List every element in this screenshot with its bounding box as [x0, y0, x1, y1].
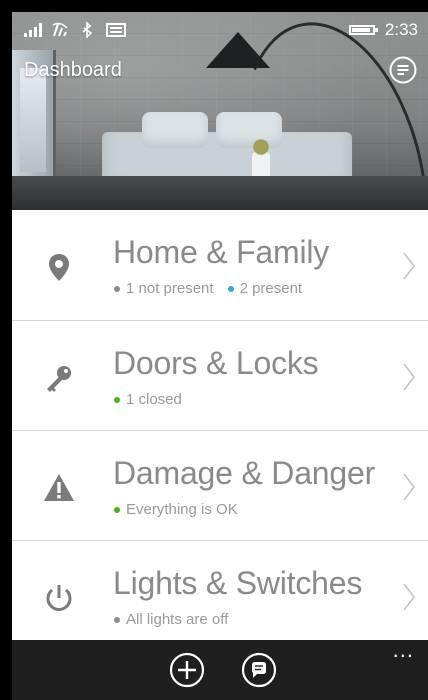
chat-icon: [241, 652, 277, 688]
location-pin-icon: [49, 254, 69, 281]
chevron-right-icon: [403, 252, 416, 280]
status-dot: [114, 506, 120, 513]
signal-icon: [24, 23, 42, 37]
app-bar: ...: [12, 639, 428, 700]
hero-image: 2:33 Dashboard: [12, 12, 428, 210]
bluetooth-icon: [82, 22, 93, 38]
chevron-right-icon: [403, 473, 416, 501]
status-dot: [227, 285, 234, 292]
floor: [12, 176, 428, 210]
list-item-title: Doors & Locks: [113, 345, 319, 381]
wifi-icon: [52, 22, 68, 37]
app-screen: 2:33 Dashboard Home & Family 1 not prese…: [12, 12, 428, 700]
clock: 2:33: [384, 20, 418, 39]
list-item-title: Damage & Danger: [113, 455, 376, 491]
list-item-title: Home & Family: [113, 234, 330, 270]
warning-icon: [44, 474, 74, 501]
add-button[interactable]: [169, 652, 205, 688]
status-text: 2 present: [239, 280, 303, 297]
key-icon: [47, 366, 71, 392]
power-icon: [46, 585, 72, 611]
cushion: [142, 112, 208, 148]
status-dot: [114, 285, 120, 292]
chevron-right-icon: [403, 583, 416, 611]
list-item-status: Everything is OK: [114, 501, 238, 518]
list-item-doors-locks[interactable]: Doors & Locks 1 closed: [12, 320, 428, 430]
status-text: 1 closed: [126, 391, 182, 408]
status-bar: 2:33: [12, 12, 428, 48]
page-title: Dashboard: [24, 59, 122, 81]
status-dot: [114, 396, 120, 403]
notes-button[interactable]: [388, 55, 418, 85]
notes-icon: [389, 56, 417, 84]
battery-icon: [348, 25, 378, 35]
list-item-home-family[interactable]: Home & Family 1 not present 2 present: [12, 210, 428, 320]
list-item-damage-danger[interactable]: Damage & Danger Everything is OK: [12, 430, 428, 540]
status-text: Everything is OK: [126, 501, 238, 518]
list-item-lights-switches[interactable]: Lights & Switches All lights are off: [12, 540, 428, 650]
status-icons-left: [24, 22, 126, 38]
status-dot: [114, 616, 120, 623]
category-list: Home & Family 1 not present 2 present Do…: [12, 210, 428, 640]
list-item-status: All lights are off: [114, 611, 228, 628]
chevron-right-icon: [403, 363, 416, 391]
status-text: 1 not present: [126, 280, 214, 297]
message-icon: [106, 23, 126, 37]
status-text: All lights are off: [126, 611, 229, 628]
add-icon: [169, 652, 205, 688]
more-options-button[interactable]: ...: [393, 639, 414, 661]
list-item-title: Lights & Switches: [113, 565, 363, 601]
list-item-status: 1 not present 2 present: [114, 280, 302, 297]
chat-button[interactable]: [241, 652, 277, 688]
list-item-status: 1 closed: [114, 391, 182, 408]
status-icons-right: 2:33: [348, 20, 418, 40]
phone-frame: 2:33 Dashboard Home & Family 1 not prese…: [0, 0, 428, 700]
